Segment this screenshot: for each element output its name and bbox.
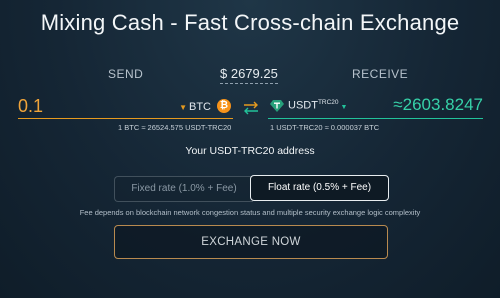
receive-amount-field[interactable]: USDTTRC20▼ ≈2603.8247 — [268, 95, 483, 119]
usd-value: $ 2679.25 — [220, 66, 278, 84]
tether-icon — [270, 99, 284, 113]
swap-icon[interactable] — [242, 99, 260, 117]
page-title: Mixing Cash - Fast Cross-chain Exchange — [40, 10, 460, 35]
send-currency-select[interactable]: ▼ BTC — [179, 101, 211, 113]
receive-currency-select[interactable]: USDTTRC20▼ — [288, 99, 347, 112]
float-rate-button[interactable]: Float rate (0.5% + Fee) — [250, 175, 389, 201]
send-rate-text: 1 BTC ≈ 26524.575 USDT-TRC20 — [118, 123, 232, 132]
chevron-down-icon: ▼ — [340, 103, 348, 111]
receive-label: RECEIVE — [352, 67, 409, 81]
bitcoin-icon: ₿ — [217, 99, 231, 113]
receive-network-label: TRC20 — [317, 99, 339, 106]
chevron-down-icon: ▼ — [179, 103, 187, 112]
receive-currency-label: USDT — [288, 99, 318, 112]
send-amount-field[interactable]: 0.1 ▼ BTC ₿ — [18, 96, 233, 119]
receive-rate-text: 1 USDT-TRC20 ≈ 0.000037 BTC — [270, 123, 380, 132]
exchange-now-button[interactable]: EXCHANGE NOW — [114, 225, 388, 259]
fixed-rate-button[interactable]: Fixed rate (1.0% + Fee) — [114, 176, 253, 202]
send-currency-label: BTC — [189, 101, 211, 113]
fee-note: Fee depends on blockchain network conges… — [79, 208, 421, 217]
send-amount-input[interactable]: 0.1 — [18, 96, 43, 117]
address-label: Your USDT-TRC20 address — [185, 145, 315, 157]
send-label: SEND — [108, 67, 144, 81]
receive-amount-value: ≈2603.8247 — [393, 95, 483, 114]
rate-type-toggle: Fixed rate (1.0% + Fee) Float rate (0.5%… — [114, 175, 389, 202]
